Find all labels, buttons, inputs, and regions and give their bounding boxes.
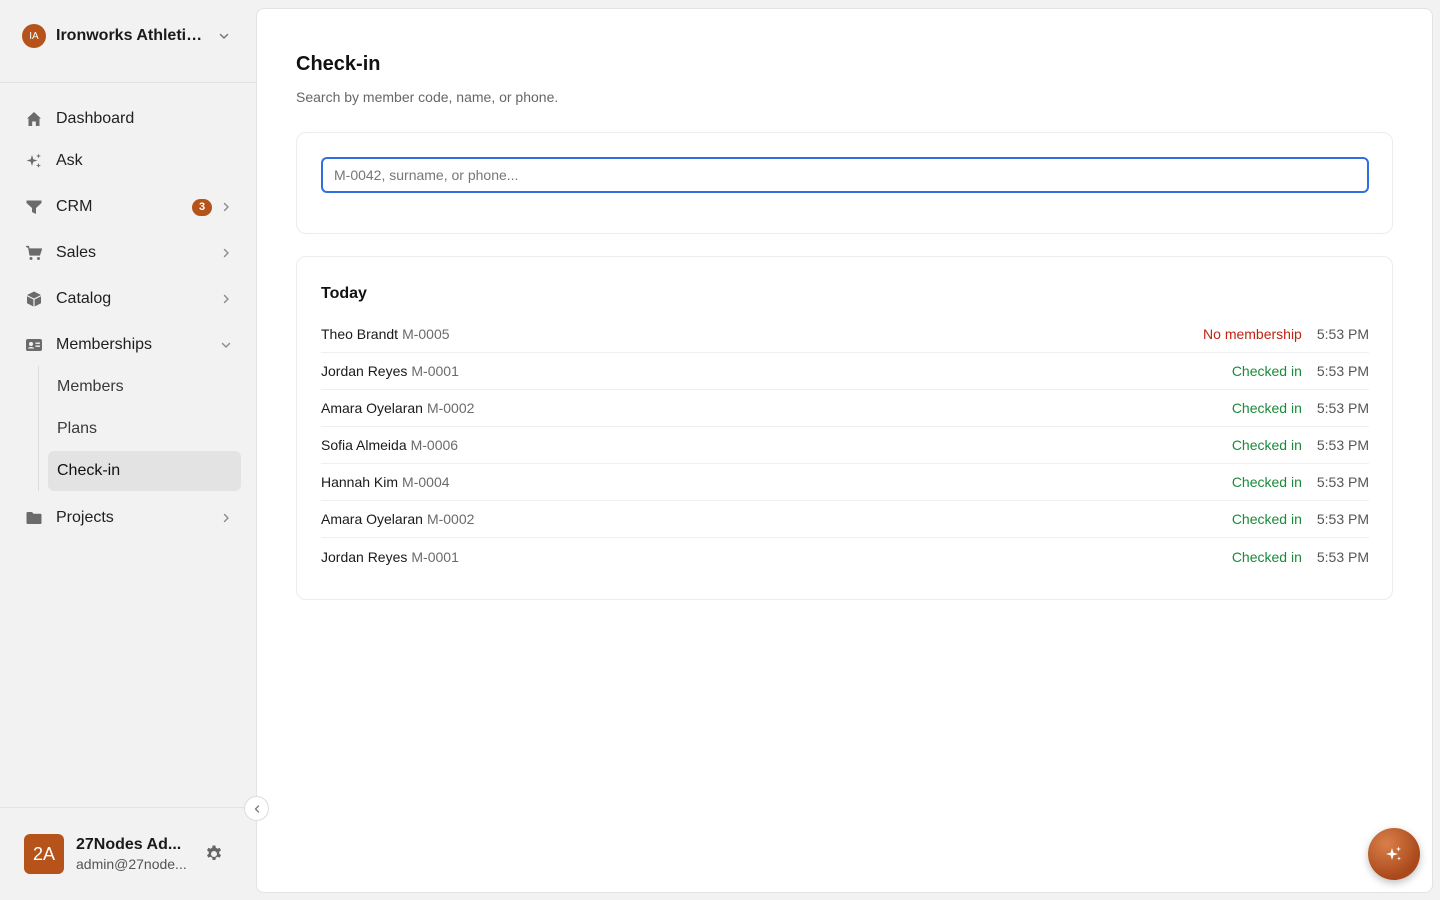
sidebar: IA Ironworks Athletic... Dashboard Ask C… <box>0 0 256 900</box>
funnel-icon <box>24 197 44 217</box>
chevron-right-icon <box>220 201 232 213</box>
sidebar-item-projects[interactable]: Projects <box>0 497 256 539</box>
sidebar-nav: Dashboard Ask CRM 3 Sales Catalog Member… <box>0 98 256 539</box>
memberships-submenu: Members Plans Check-in <box>38 366 256 491</box>
chevron-down-icon <box>218 30 230 42</box>
member-code: M-0006 <box>410 437 459 453</box>
sidebar-item-label: CRM <box>56 198 93 215</box>
checkin-status: Checked in <box>1231 437 1302 453</box>
home-icon <box>24 109 44 129</box>
id-card-icon <box>24 335 44 355</box>
crm-count-badge: 3 <box>192 198 212 216</box>
search-card <box>296 132 1393 234</box>
folder-icon <box>24 508 44 528</box>
checkin-status: Checked in <box>1231 511 1302 527</box>
main-panel: Check-in Search by member code, name, or… <box>256 8 1433 893</box>
checkin-status: No membership <box>1203 326 1302 342</box>
member-code: M-0001 <box>411 363 459 379</box>
page-subtitle: Search by member code, name, or phone. <box>296 89 559 105</box>
sidebar-item-dashboard[interactable]: Dashboard <box>0 98 256 140</box>
member-code: M-0004 <box>402 474 450 490</box>
member-code: M-0002 <box>426 511 475 527</box>
checkin-time: 5:53 PM <box>1316 437 1369 453</box>
checkin-row[interactable]: Jordan Reyes M-0001 Checked in 5:53 PM <box>321 538 1369 575</box>
checkin-time: 5:53 PM <box>1316 363 1369 379</box>
checkin-status: Checked in <box>1231 548 1302 565</box>
sidebar-item-checkin[interactable]: Check-in <box>48 451 241 491</box>
box-icon <box>24 289 44 309</box>
sidebar-item-label: Catalog <box>56 290 112 307</box>
user-name: 27Nodes Ad... <box>76 836 182 853</box>
sidebar-item-sales[interactable]: Sales <box>0 232 256 274</box>
sidebar-item-memberships[interactable]: Memberships <box>0 324 256 366</box>
chevron-right-icon <box>220 247 232 259</box>
member-name: Amara Oyelaran <box>321 400 423 416</box>
member-code: M-0005 <box>402 326 450 342</box>
sparkles-icon <box>1384 844 1404 864</box>
chevron-left-icon <box>252 804 262 814</box>
today-card: Today Theo Brandt M-0005 No membership 5:53… <box>296 256 1393 600</box>
checkin-time: 5:53 PM <box>1316 474 1369 490</box>
sidebar-item-ask[interactable]: Ask <box>0 140 256 182</box>
checkin-status: Checked in <box>1231 400 1302 416</box>
assistant-button[interactable] <box>1368 828 1420 880</box>
sidebar-item-label: Sales <box>56 244 97 261</box>
gear-icon[interactable] <box>204 844 224 864</box>
sidebar-item-label: Ask <box>56 152 83 169</box>
sidebar-item-label: Dashboard <box>56 110 135 127</box>
user-profile[interactable]: 2A 27Nodes Ad... admin@27node... <box>0 807 256 900</box>
sidebar-item-plans[interactable]: Plans <box>48 408 241 450</box>
sidebar-item-label: Projects <box>56 509 114 526</box>
page-title: Check-in <box>296 53 381 75</box>
checkin-status: Checked in <box>1231 363 1302 379</box>
sidebar-item-catalog[interactable]: Catalog <box>0 278 256 320</box>
chevron-right-icon <box>220 512 232 524</box>
org-switcher[interactable]: IA Ironworks Athletic... <box>0 0 256 83</box>
checkin-time: 5:53 PM <box>1316 326 1369 342</box>
checkin-row[interactable]: Amara Oyelaran M-0002 Checked in 5:53 PM <box>321 390 1369 427</box>
member-code: M-0001 <box>411 548 459 565</box>
sidebar-item-label: Memberships <box>56 336 153 353</box>
user-email: admin@27node... <box>76 856 187 872</box>
member-code: M-0002 <box>426 400 475 416</box>
org-avatar: IA <box>22 24 46 48</box>
sidebar-item-crm[interactable]: CRM 3 <box>0 186 256 228</box>
cart-icon <box>24 243 44 263</box>
checkin-list: Theo Brandt M-0005 No membership 5:53 PM Jor… <box>321 316 1369 575</box>
checkin-row[interactable]: Theo Brandt M-0005 No membership 5:53 PM <box>321 316 1369 353</box>
today-title: Today <box>321 285 367 302</box>
chevron-down-icon <box>220 339 232 351</box>
member-name: Amara Oyelaran <box>321 511 423 527</box>
checkin-row[interactable]: Sofia Almeida M-0006 Checked in 5:53 PM <box>321 427 1369 464</box>
org-name: Ironworks Athletic... <box>56 27 204 44</box>
checkin-row[interactable]: Amara Oyelaran M-0002 Checked in 5:53 PM <box>321 501 1369 538</box>
member-name: Sofia Almeida <box>321 437 407 453</box>
checkin-time: 5:53 PM <box>1316 548 1369 565</box>
member-name: Jordan Reyes <box>321 548 408 565</box>
checkin-time: 5:53 PM <box>1316 400 1369 416</box>
checkin-row[interactable]: Hannah Kim M-0004 Checked in 5:53 PM <box>321 464 1369 501</box>
sparkles-icon <box>24 151 44 171</box>
collapse-sidebar-button[interactable] <box>244 796 269 821</box>
checkin-time: 5:53 PM <box>1316 511 1369 527</box>
sidebar-item-members[interactable]: Members <box>48 366 241 408</box>
checkin-row[interactable]: Jordan Reyes M-0001 Checked in 5:53 PM <box>321 353 1369 390</box>
member-name: Theo Brandt <box>321 326 399 342</box>
search-input[interactable] <box>321 157 1369 193</box>
member-name: Hannah Kim <box>321 474 399 490</box>
member-name: Jordan Reyes <box>321 363 408 379</box>
checkin-status: Checked in <box>1231 474 1302 490</box>
chevron-right-icon <box>220 293 232 305</box>
avatar: 2A <box>24 834 64 874</box>
